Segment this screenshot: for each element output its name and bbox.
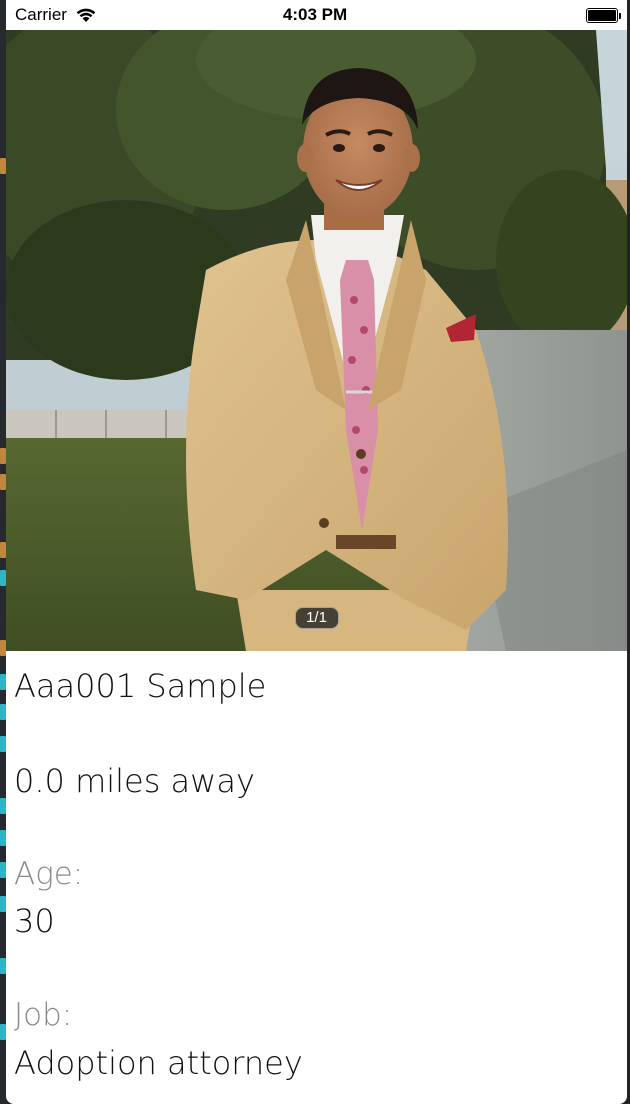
age-label: Age: <box>14 856 84 892</box>
battery-icon <box>586 8 621 23</box>
profile-card: Carrier 4:03 PM 1/1 Aaa001 Sample 0.0 mi… <box>6 0 627 1104</box>
status-bar: Carrier 4:03 PM <box>6 0 627 30</box>
profile-distance: 0.0 miles away <box>14 762 255 800</box>
profile-name: Aaa001 Sample <box>14 667 267 705</box>
profile-photo[interactable]: 1/1 <box>6 30 627 651</box>
photo-page-indicator: 1/1 <box>294 607 339 629</box>
clock: 4:03 PM <box>282 5 348 24</box>
profile-photo-illustration <box>6 30 627 651</box>
job-label: Job: <box>14 997 73 1033</box>
age-value: 30 <box>14 902 55 940</box>
job-value: Adoption attorney <box>14 1044 303 1082</box>
screen: Carrier 4:03 PM 1/1 Aaa001 Sample 0.0 mi… <box>0 0 630 1104</box>
